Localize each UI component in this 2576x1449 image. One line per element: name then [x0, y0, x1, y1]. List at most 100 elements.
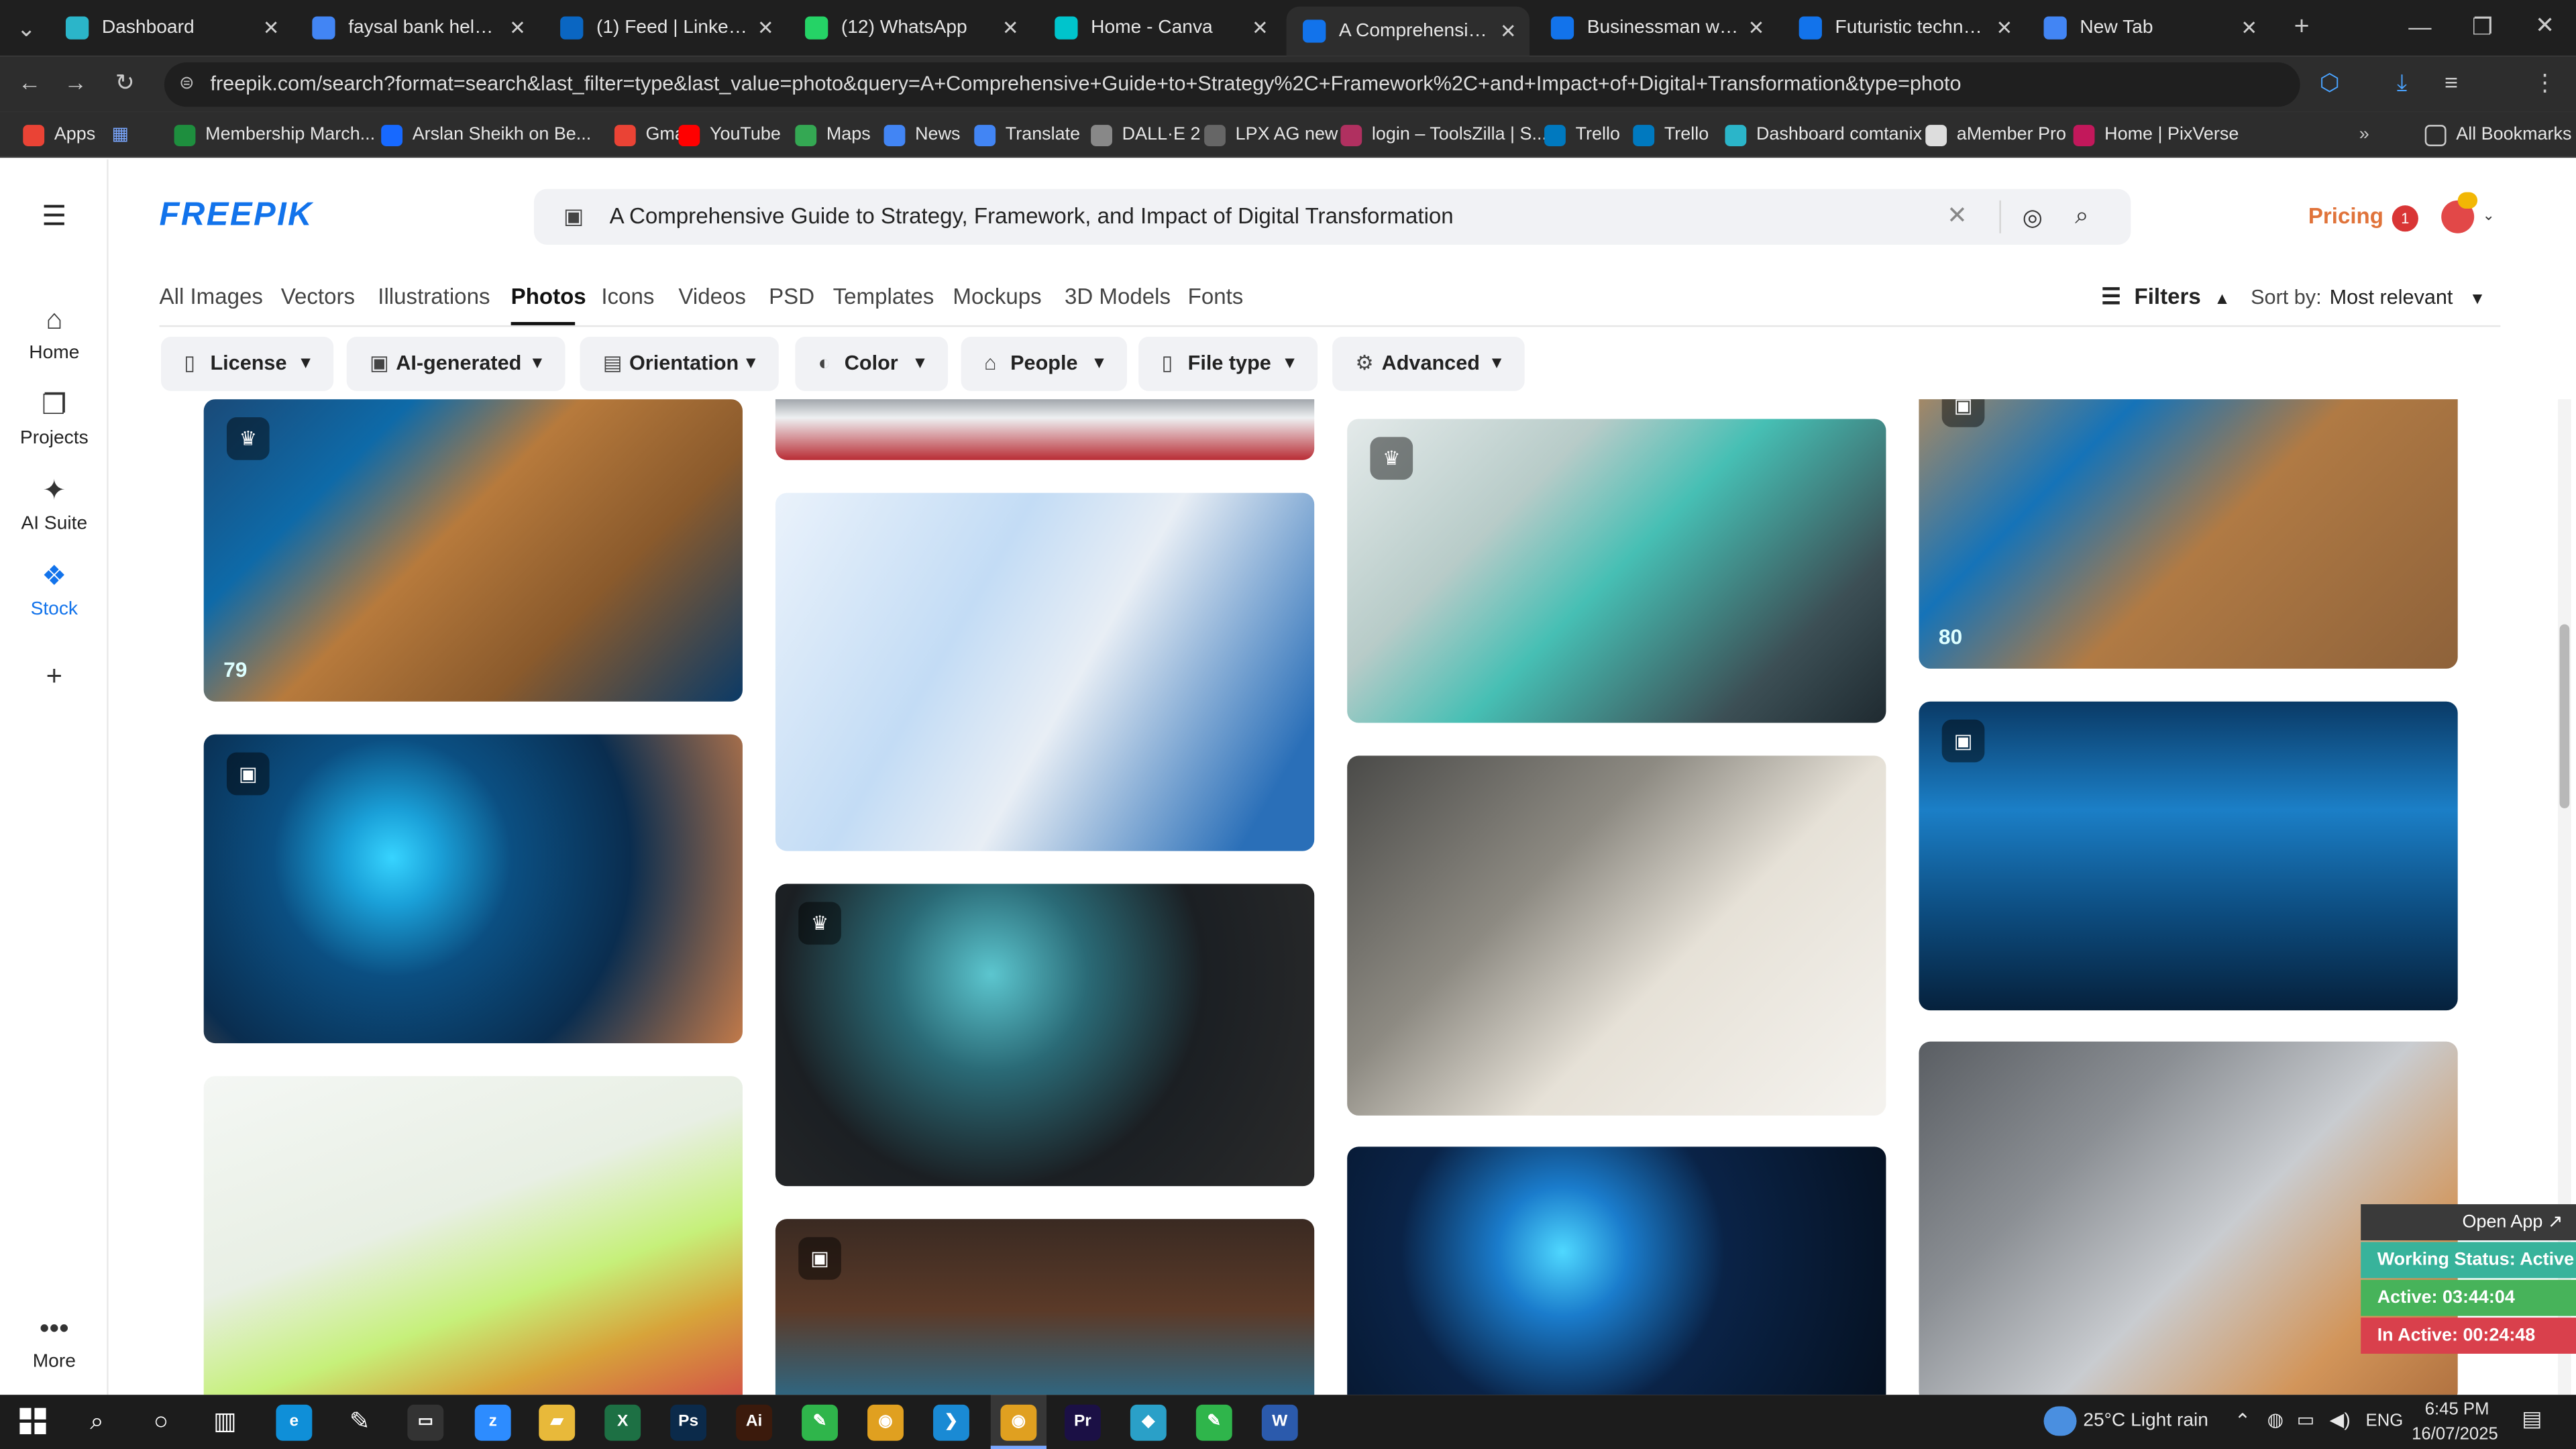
menu-dots-icon[interactable]: ⋮: [2530, 69, 2559, 97]
account-chevron-icon[interactable]: ⌄: [2482, 207, 2494, 225]
back-icon[interactable]: ←: [13, 69, 46, 95]
bookmark-item[interactable]: DALL·E 2: [1091, 112, 1200, 158]
stock-photo-card[interactable]: [775, 399, 1315, 460]
browser-tab[interactable]: Home - Canva ✕: [1038, 0, 1281, 56]
taskbar-app-app-green-icon[interactable]: ✎: [1195, 1404, 1232, 1441]
stock-photo-card[interactable]: [203, 1076, 743, 1395]
download-icon[interactable]: ⤓: [2385, 69, 2418, 97]
category-tab[interactable]: Photos: [511, 284, 586, 309]
filter-chip[interactable]: ▯ File type ▼: [1138, 337, 1318, 391]
bookmark-item[interactable]: Dashboard comtanix: [1725, 112, 1922, 158]
new-tab-icon[interactable]: +: [2287, 13, 2316, 43]
bookmark-item[interactable]: login – ToolsZilla | S...: [1340, 112, 1547, 158]
sort-select[interactable]: Most relevant ▼: [2330, 286, 2486, 309]
tab-close-icon[interactable]: ✕: [751, 16, 780, 39]
taskbar-app-excel-icon[interactable]: X: [604, 1404, 641, 1441]
tab-close-icon[interactable]: ✕: [1741, 16, 1771, 39]
taskbar-app-chrome-icon[interactable]: ◉: [867, 1404, 904, 1441]
bookmark-item[interactable]: Home | PixVerse: [2073, 112, 2239, 158]
bookmark-item[interactable]: Membership March...: [174, 112, 375, 158]
tab-close-icon[interactable]: ✕: [502, 16, 532, 39]
volume-icon[interactable]: ◀): [2330, 1408, 2351, 1431]
taskbar-app-pen-icon[interactable]: ✎: [341, 1405, 378, 1441]
image-search-icon[interactable]: ▣: [564, 189, 584, 245]
restore-icon[interactable]: ❐: [2464, 13, 2500, 42]
taskbar-app-file-explorer-icon[interactable]: ▰: [539, 1404, 576, 1441]
browser-tab[interactable]: A Comprehensive Gu✕: [1286, 6, 1530, 56]
language-indicator[interactable]: ENG: [2366, 1411, 2404, 1431]
category-tab[interactable]: Videos: [678, 284, 746, 309]
stock-photo-card[interactable]: ▣ 80: [1919, 399, 2458, 669]
extensions-icon[interactable]: ⬡: [2313, 69, 2346, 97]
bookmark-item[interactable]: News: [883, 112, 960, 158]
close-window-icon[interactable]: ✕: [2527, 11, 2563, 40]
media-icon[interactable]: ≡: [2434, 69, 2467, 95]
browser-tab[interactable]: (1) Feed | LinkedIn ✕: [544, 0, 787, 56]
taskbar-app-kodi-icon[interactable]: ◆: [1130, 1404, 1167, 1441]
stock-photo-card[interactable]: ▣: [203, 734, 743, 1044]
site-info-icon[interactable]: ⊜: [179, 62, 195, 107]
stock-photo-card[interactable]: ▣: [775, 1219, 1315, 1395]
bookmark-item[interactable]: aMember Pro: [1925, 112, 2066, 158]
taskbar-app-photoshop-icon[interactable]: Ps: [670, 1404, 707, 1441]
pricing-link[interactable]: Pricing: [2308, 204, 2383, 229]
notifications-icon[interactable]: ▤: [2522, 1406, 2542, 1432]
apps-grid-icon[interactable]: ▦: [112, 112, 129, 158]
bookmark-item[interactable]: Trello: [1544, 112, 1620, 158]
category-tab[interactable]: Vectors: [281, 284, 355, 309]
taskbar-app-cortana-icon[interactable]: ○: [143, 1405, 179, 1441]
bookmark-item[interactable]: Trello: [1633, 112, 1709, 158]
taskbar-app-illustrator-icon[interactable]: Ai: [736, 1404, 773, 1441]
all-bookmarks[interactable]: All Bookmarks: [2424, 112, 2571, 158]
browser-tab[interactable]: (12) WhatsApp ✕: [789, 0, 1032, 56]
tab-close-icon[interactable]: ✕: [2235, 16, 2264, 39]
scrollbar-thumb[interactable]: [2559, 624, 2570, 808]
category-tab[interactable]: Templates: [833, 284, 934, 309]
category-tab[interactable]: Mockups: [953, 284, 1041, 309]
category-tab[interactable]: Icons: [601, 284, 654, 309]
filter-chip[interactable]: ▣ AI-generated ▼: [346, 337, 566, 391]
notification-badge[interactable]: 1: [2392, 205, 2418, 232]
category-tab[interactable]: All Images: [160, 284, 263, 309]
clock-date[interactable]: 16/07/2025: [2412, 1424, 2498, 1444]
weather-text[interactable]: 25°C Light rain: [2083, 1411, 2208, 1431]
browser-tab[interactable]: New Tab ✕: [2027, 0, 2270, 56]
forward-icon[interactable]: →: [59, 69, 92, 95]
filter-chip[interactable]: ▯ License ▼: [161, 337, 334, 391]
filters-toggle[interactable]: ☰ Filters ▲: [2101, 284, 2230, 311]
camera-search-icon[interactable]: ◎: [2023, 189, 2043, 245]
category-tab[interactable]: Fonts: [1188, 284, 1244, 309]
taskbar-app-search-icon[interactable]: ⌕: [79, 1405, 115, 1441]
weather-icon[interactable]: [2043, 1406, 2077, 1436]
filter-chip[interactable]: ▤ Orientation ▼: [580, 337, 779, 391]
stock-photo-card[interactable]: ♛ 79: [203, 399, 743, 702]
search-input[interactable]: A Comprehensive Guide to Strategy, Frame…: [610, 189, 1454, 245]
clock-time[interactable]: 6:45 PM: [2425, 1400, 2489, 1419]
bookmark-item[interactable]: LPX AG new: [1204, 112, 1338, 158]
minimize-icon[interactable]: —: [2402, 13, 2438, 40]
tab-close-icon[interactable]: ✕: [1245, 16, 1275, 39]
tab-close-icon[interactable]: ✕: [1493, 19, 1523, 42]
clear-search-icon[interactable]: ✕: [1947, 189, 1968, 245]
tab-close-icon[interactable]: ✕: [256, 16, 286, 39]
tray-chevron-icon[interactable]: ⌃: [2235, 1409, 2251, 1432]
filter-chip[interactable]: ⌂ People ▼: [961, 337, 1128, 391]
taskbar-app-premiere-icon[interactable]: Pr: [1064, 1404, 1101, 1441]
taskbar-app-vscode-icon[interactable]: ❯: [933, 1404, 969, 1441]
reload-icon[interactable]: ↻: [109, 69, 142, 97]
browser-tab[interactable]: Businessman working✕: [1534, 0, 1777, 56]
hamburger-menu-icon[interactable]: ☰: [36, 201, 72, 233]
display-icon[interactable]: ▭: [2297, 1408, 2315, 1431]
stock-photo-card[interactable]: [1347, 1146, 1886, 1395]
tab-close-icon[interactable]: ✕: [1990, 16, 2019, 39]
taskbar-app-whatsapp-business-icon[interactable]: ✎: [802, 1404, 838, 1441]
stock-photo-card[interactable]: ▣: [1919, 701, 2458, 1011]
stock-photo-card[interactable]: ♛: [775, 883, 1315, 1187]
taskbar-app-chrome-active-icon[interactable]: ◉: [1000, 1404, 1037, 1441]
browser-tab[interactable]: Dashboard ✕: [49, 0, 292, 56]
taskbar-app-edge-icon[interactable]: e: [276, 1404, 313, 1441]
filter-chip[interactable]: ⚙ Advanced ▼: [1332, 337, 1525, 391]
sidebar-item-home[interactable]: ⌂ Home: [0, 304, 109, 363]
open-app-button[interactable]: Open App ↗: [2361, 1204, 2576, 1240]
taskbar-app-word-icon[interactable]: W: [1261, 1404, 1298, 1441]
